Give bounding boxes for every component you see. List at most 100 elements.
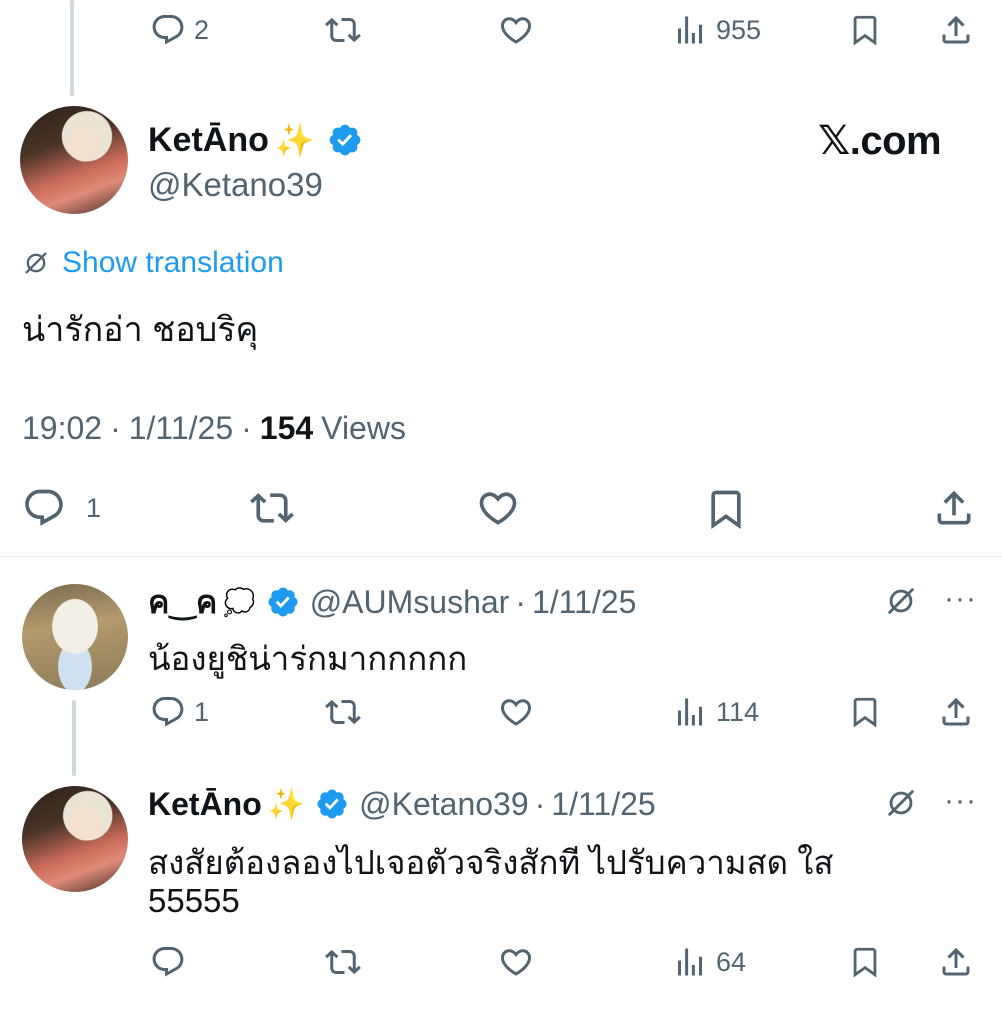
views-button[interactable]: 64: [672, 944, 746, 980]
like-button[interactable]: [498, 944, 534, 980]
share-icon: [938, 12, 974, 48]
reply-text-line2: 55555: [148, 882, 240, 919]
reply-header: ค‿ค 💭 @AUMsushar · 1/11/25: [148, 580, 636, 624]
like-button[interactable]: [498, 694, 534, 730]
author-name-row: KetĀno ✨: [148, 118, 363, 162]
meta-separator: ·: [515, 583, 526, 620]
verified-badge-icon: [315, 787, 349, 821]
bookmark-icon: [848, 944, 882, 980]
thread-line-top: [70, 0, 74, 96]
share-button[interactable]: [938, 12, 974, 48]
display-name[interactable]: KetĀno: [148, 121, 269, 160]
views-icon: [672, 694, 708, 730]
reply-icon: [22, 486, 66, 530]
reply-button[interactable]: 2: [150, 12, 209, 48]
bookmark-icon: [848, 694, 882, 730]
share-button[interactable]: [938, 944, 974, 980]
show-translation-label: Show translation: [62, 246, 284, 279]
sparkles-emoji: ✨: [274, 122, 315, 158]
divider: [0, 556, 1002, 557]
retweet-button[interactable]: [324, 944, 362, 980]
bookmark-icon: [848, 12, 882, 48]
share-icon: [938, 944, 974, 980]
tweet-time[interactable]: 19:02: [22, 410, 102, 447]
reply-text-line1: สงสัยต้องลองไปเจอตัวจริงสักที ไปรับความส…: [148, 844, 834, 881]
retweet-icon: [324, 944, 362, 980]
show-translation-link[interactable]: Show translation: [22, 246, 284, 280]
views-icon: [672, 12, 708, 48]
share-icon: [938, 694, 974, 730]
views-button[interactable]: 955: [672, 12, 761, 48]
heart-icon: [498, 694, 534, 730]
reply-button[interactable]: 1: [150, 694, 209, 730]
bookmark-button[interactable]: [704, 486, 748, 532]
more-options-button[interactable]: ···: [944, 582, 977, 616]
display-name[interactable]: ค‿ค: [148, 577, 217, 628]
bookmark-icon: [704, 486, 748, 532]
views-count-bold: 154: [259, 410, 314, 446]
handle[interactable]: @Ketano39: [359, 786, 529, 823]
translate-icon: [884, 584, 918, 618]
retweet-icon: [324, 694, 362, 730]
share-icon: [932, 486, 976, 530]
heart-icon: [476, 486, 520, 530]
reply-date[interactable]: 1/11/25: [551, 786, 655, 823]
verified-badge-icon: [266, 585, 300, 619]
reply-button[interactable]: 1: [22, 486, 101, 530]
handle[interactable]: @Ketano39: [148, 166, 323, 204]
heart-icon: [498, 944, 534, 980]
sparkles-emoji: ✨: [267, 787, 306, 821]
bookmark-button[interactable]: [848, 12, 882, 48]
like-button[interactable]: [476, 486, 520, 530]
translate-icon: [22, 249, 50, 277]
views-count: 64: [716, 946, 747, 977]
translate-button[interactable]: [884, 584, 918, 618]
reply-date[interactable]: 1/11/25: [532, 584, 636, 621]
like-button[interactable]: [498, 12, 534, 48]
thread-line: [72, 700, 76, 776]
tweet-date[interactable]: 1/11/25: [129, 410, 233, 447]
more-options-button[interactable]: ···: [944, 784, 977, 818]
retweet-icon: [324, 12, 362, 48]
reply-icon: [150, 944, 186, 980]
meta-separator: ·: [110, 410, 121, 446]
views-count: 955: [716, 14, 762, 45]
reply-count: 1: [194, 696, 210, 727]
display-name[interactable]: KetĀno: [148, 786, 262, 823]
avatar[interactable]: [22, 584, 128, 690]
more-icon: ···: [944, 582, 977, 615]
verified-badge-icon: [327, 122, 363, 158]
reply-icon: [150, 694, 186, 730]
more-icon: ···: [944, 784, 977, 817]
translate-button[interactable]: [884, 786, 918, 820]
share-button[interactable]: [932, 486, 976, 530]
avatar[interactable]: [22, 786, 128, 892]
reply-header: KetĀno ✨ @Ketano39 · 1/11/25: [148, 782, 656, 826]
x-watermark: 𝕏.com: [818, 119, 942, 163]
bookmark-button[interactable]: [848, 694, 882, 730]
handle[interactable]: @AUMsushar: [310, 584, 510, 621]
thought-bubble-emoji: 💭: [223, 586, 256, 617]
views-icon: [672, 944, 708, 980]
reply-count: 1: [86, 492, 102, 523]
avatar[interactable]: [20, 106, 128, 214]
meta-separator: ·: [241, 410, 252, 446]
translate-icon: [884, 786, 918, 820]
retweet-icon: [248, 486, 296, 530]
reply-count: 2: [194, 14, 210, 45]
bookmark-button[interactable]: [848, 944, 882, 980]
share-button[interactable]: [938, 694, 974, 730]
reply-button[interactable]: [150, 944, 186, 980]
views-count: 114: [716, 696, 760, 727]
tweet-text: น่ารักอ่า ชอบริคุ: [22, 311, 259, 349]
views-label: Views: [321, 410, 406, 446]
meta-separator: ·: [534, 785, 546, 822]
reply-icon: [150, 12, 186, 48]
retweet-button[interactable]: [324, 12, 362, 48]
heart-icon: [498, 12, 534, 48]
reply-text: น้องยูชิน่าร่กมากกกกก: [148, 640, 468, 677]
retweet-button[interactable]: [248, 486, 296, 530]
tweet-meta: 19:02 · 1/11/25 · 154 Views: [22, 410, 406, 447]
views-button[interactable]: 114: [672, 694, 759, 730]
retweet-button[interactable]: [324, 694, 362, 730]
